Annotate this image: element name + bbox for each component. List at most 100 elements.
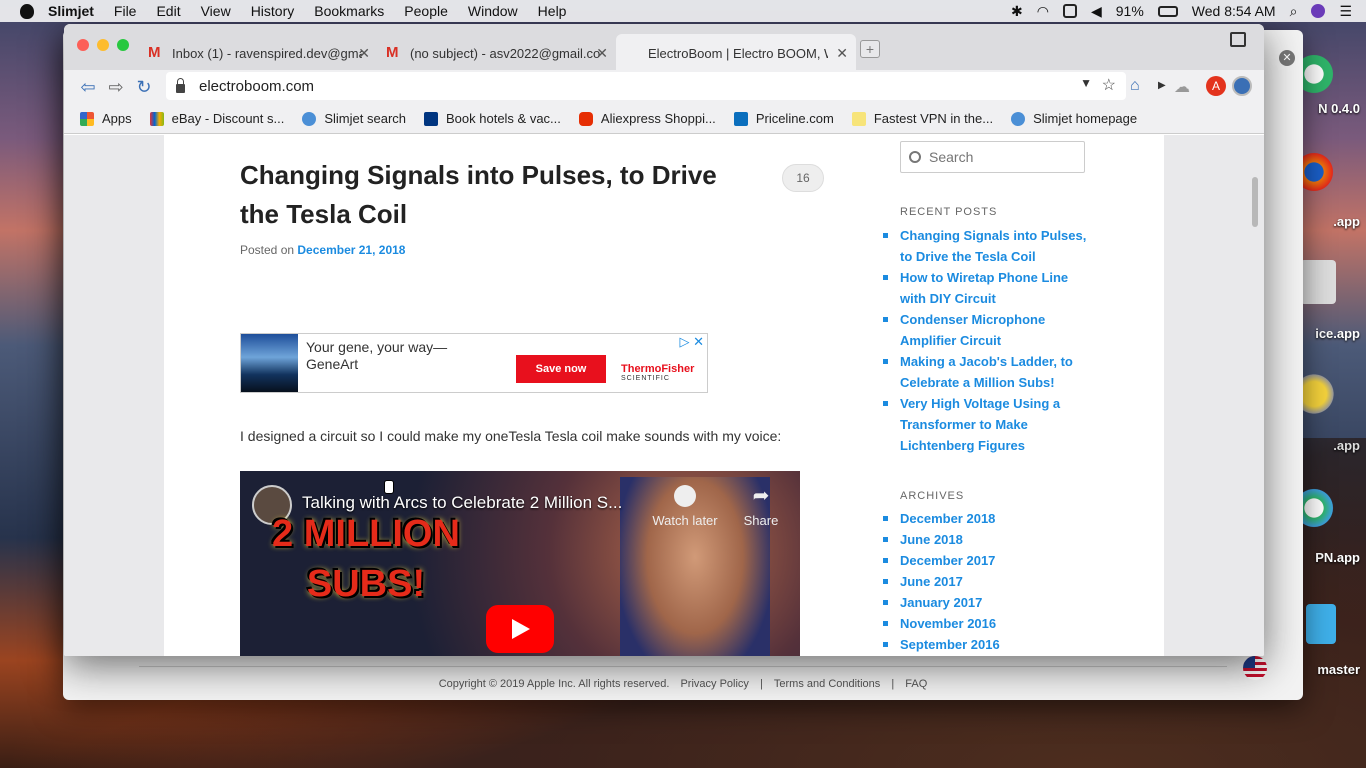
spotlight-icon[interactable]: ⌕ (1290, 3, 1298, 20)
bookmark-ebay[interactable]: eBay - Discount s... (149, 111, 284, 126)
document-icon[interactable] (1300, 260, 1336, 304)
menu-view[interactable]: View (201, 3, 231, 19)
notification-center-icon[interactable]: ☰ (1339, 3, 1352, 20)
volume-icon[interactable]: ◀ (1091, 3, 1102, 20)
home-icon[interactable]: ⌂ (1130, 77, 1140, 95)
archive-link[interactable]: September 2016 (883, 634, 1100, 655)
menu-help[interactable]: Help (538, 3, 567, 19)
comment-count-bubble[interactable]: 16 (782, 164, 824, 192)
siri-icon[interactable] (1311, 4, 1326, 18)
profile-avatar[interactable]: A (1206, 76, 1226, 96)
extension-icon[interactable]: ☁ (1174, 77, 1190, 97)
archives-list: December 2018 June 2018 December 2017 Ju… (883, 508, 1100, 655)
menu-file[interactable]: File (114, 3, 137, 19)
close-tab-icon[interactable]: ✕ (596, 45, 608, 62)
menu-people[interactable]: People (404, 3, 448, 19)
zoom-window-button[interactable] (117, 39, 129, 51)
arrow-right-icon[interactable]: ▶ (1158, 80, 1166, 91)
bookmark-slimjet-search[interactable]: Slimjet search (302, 111, 406, 126)
menu-history[interactable]: History (251, 3, 295, 19)
theme-shirt-icon[interactable] (1230, 32, 1246, 47)
recent-post-link[interactable]: How to Wiretap Phone Line with DIY Circu… (883, 267, 1090, 309)
close-icon[interactable]: ✕ (1279, 50, 1295, 66)
airplay-icon[interactable] (1062, 4, 1077, 18)
battery-icon[interactable] (1157, 5, 1178, 17)
reload-icon[interactable]: ↻ (134, 77, 154, 98)
slimjet-menu-icon[interactable] (1232, 76, 1252, 96)
apple-icon[interactable] (20, 3, 34, 19)
bookmark-apps[interactable]: Apps (80, 111, 132, 126)
menu-app[interactable]: Slimjet (48, 3, 94, 19)
wifi-icon[interactable]: ◠ (1037, 3, 1049, 20)
recent-post-link[interactable]: Making a Jacob's Ladder, to Celebrate a … (883, 351, 1090, 393)
ad-brand-logo[interactable]: ThermoFisher SCIENTIFIC (621, 364, 694, 384)
desktop-label[interactable]: .app (1298, 438, 1360, 453)
tab-strip: Inbox (1) - ravenspired.dev@gmail.com ✕ … (64, 24, 1264, 72)
post-date-link[interactable]: December 21, 2018 (297, 243, 405, 257)
close-window-button[interactable] (77, 39, 89, 51)
archive-link[interactable]: December 2017 (883, 550, 1100, 571)
share-button[interactable]: ➦ Share (736, 485, 786, 528)
archive-link[interactable]: January 2017 (883, 592, 1100, 613)
ebay-icon (149, 111, 164, 126)
bookmark-aliexpress[interactable]: Aliexpress Shoppi... (578, 111, 716, 126)
recent-post-link[interactable]: Changing Signals into Pulses, to Drive t… (883, 225, 1090, 267)
scrollbar-thumb[interactable] (1252, 177, 1258, 227)
desktop-label[interactable]: master (1298, 662, 1360, 677)
desktop-label[interactable]: N 0.4.0 (1298, 101, 1360, 116)
archive-link[interactable]: June 2017 (883, 571, 1100, 592)
recent-posts-heading: RECENT POSTS (900, 206, 998, 218)
lock-icon[interactable] (176, 77, 185, 93)
watch-later-button[interactable]: Watch later (650, 485, 720, 528)
bookmark-vpn[interactable]: Fastest VPN in the... (851, 111, 993, 126)
desktop-label[interactable]: ice.app (1298, 326, 1360, 341)
bookmark-star-icon[interactable]: ☆ (1102, 75, 1116, 95)
desktop-label[interactable]: PN.app (1298, 550, 1360, 565)
bookmark-slimjet-home[interactable]: Slimjet homepage (1011, 111, 1137, 126)
ad-choices-icon[interactable]: ▷ ✕ (679, 334, 704, 350)
close-tab-icon[interactable]: ✕ (836, 45, 848, 62)
share-label: Share (743, 513, 779, 528)
close-tab-icon[interactable]: ✕ (358, 45, 370, 62)
minimize-window-button[interactable] (97, 39, 109, 51)
post-meta: Posted on December 21, 2018 (240, 243, 405, 257)
us-flag-icon[interactable] (1243, 656, 1267, 680)
recent-post-link[interactable]: Very High Voltage Using a Transformer to… (883, 393, 1090, 456)
menu-bookmarks[interactable]: Bookmarks (314, 3, 384, 19)
ad-banner[interactable]: Your gene, your way— GeneArt Save now Th… (240, 333, 708, 393)
battery-percent[interactable]: 91% (1116, 3, 1144, 19)
clock[interactable]: Wed 8:54 AM (1192, 3, 1276, 19)
search-input[interactable] (929, 149, 1079, 165)
back-icon[interactable]: ⇦ (78, 77, 98, 98)
forward-icon[interactable]: ⇨ (106, 77, 126, 98)
ad-text[interactable]: Your gene, your way— GeneArt (306, 339, 447, 373)
url-text[interactable]: electroboom.com (199, 78, 314, 95)
faq-link[interactable]: FAQ (905, 678, 927, 690)
bluetooth-icon[interactable]: ✱ (1011, 3, 1023, 20)
tab-electroboom[interactable]: ElectroBoom | Electro BOOM, W ✕ (616, 34, 856, 72)
play-button[interactable] (486, 605, 554, 653)
folder-icon[interactable] (1306, 604, 1336, 644)
recent-post-link[interactable]: Condenser Microphone Amplifier Circuit (883, 309, 1090, 351)
archive-link[interactable]: November 2016 (883, 613, 1100, 634)
archive-link[interactable]: June 2018 (883, 529, 1100, 550)
search-box[interactable] (900, 141, 1085, 173)
terms-link[interactable]: Terms and Conditions (774, 678, 880, 690)
globe-icon (1011, 111, 1026, 126)
menu-edit[interactable]: Edit (156, 3, 180, 19)
menu-window[interactable]: Window (468, 3, 518, 19)
address-bar[interactable]: electroboom.com ▼ ☆ (166, 72, 1126, 100)
tab-inbox[interactable]: Inbox (1) - ravenspired.dev@gmail.com ✕ (140, 34, 378, 72)
archive-link[interactable]: December 2018 (883, 508, 1100, 529)
chevron-down-icon[interactable]: ▼ (1080, 76, 1092, 90)
bookmark-priceline[interactable]: Priceline.com (733, 111, 834, 126)
youtube-embed[interactable]: Talking with Arcs to Celebrate 2 Million… (240, 471, 800, 656)
privacy-link[interactable]: Privacy Policy (680, 678, 748, 690)
tab-no-subject[interactable]: (no subject) - asv2022@gmail.com ✕ (378, 34, 616, 72)
desktop-label[interactable]: .app (1298, 214, 1360, 229)
ad-cta-button[interactable]: Save now (516, 355, 606, 383)
ad-image[interactable] (241, 334, 298, 392)
new-tab-button[interactable]: + (860, 40, 880, 58)
bookmark-booking[interactable]: Book hotels & vac... (424, 111, 561, 126)
post-title[interactable]: Changing Signals into Pulses, to Drive t… (240, 156, 730, 234)
